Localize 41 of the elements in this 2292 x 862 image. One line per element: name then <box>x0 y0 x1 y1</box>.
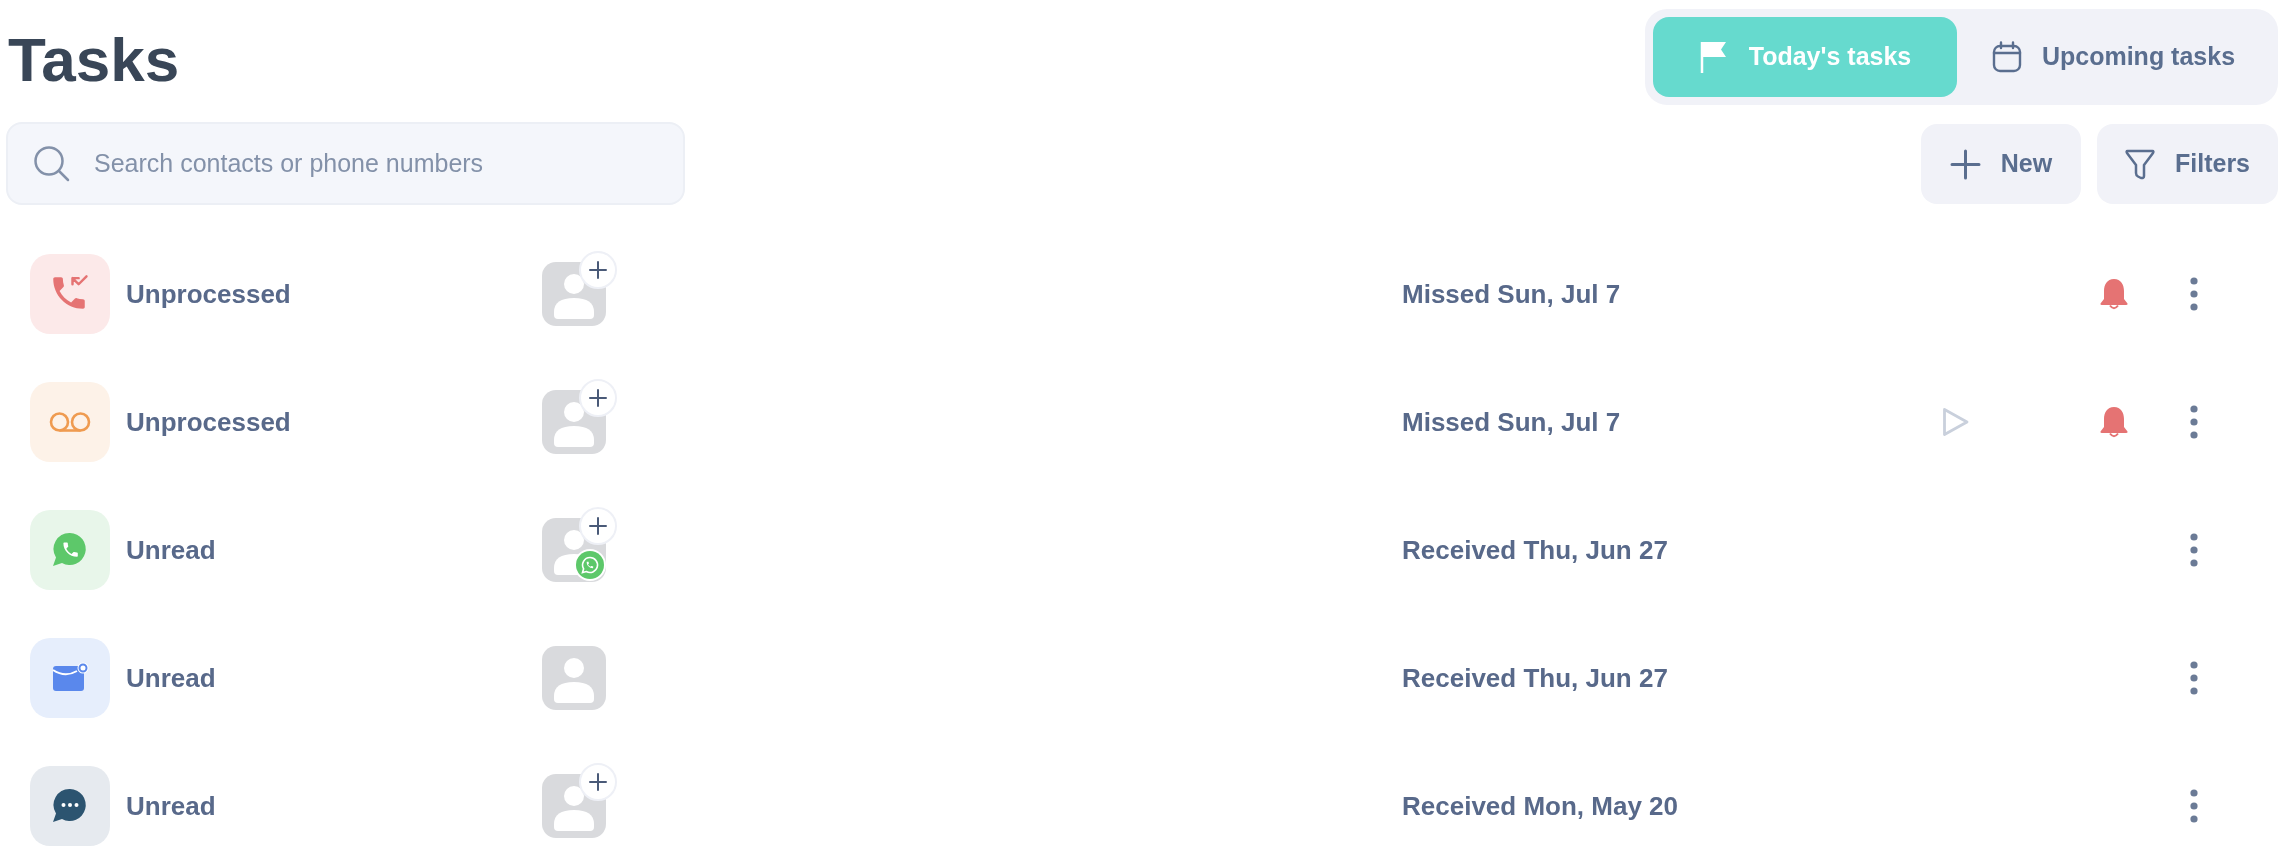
date-label: Missed Sun, Jul 7 <box>1402 277 1621 311</box>
bell-icon[interactable] <box>2099 277 2129 311</box>
flag-icon <box>1698 40 1729 74</box>
status-label: Unread <box>126 533 216 567</box>
calendar-icon <box>1991 41 2022 73</box>
filter-icon <box>2125 148 2155 180</box>
page-title: Tasks <box>8 29 180 91</box>
date-label: Missed Sun, Jul 7 <box>1402 405 1621 439</box>
tab[interactable]: Upcoming tasks <box>1957 17 2270 97</box>
more-icon[interactable] <box>2190 277 2198 311</box>
voicemail-icon <box>30 382 110 462</box>
add-contact-button[interactable] <box>579 251 617 289</box>
plus-icon <box>1949 148 1981 180</box>
add-contact-button[interactable] <box>579 379 617 417</box>
new-button[interactable]: New <box>1921 124 2081 204</box>
plus-icon <box>589 773 607 791</box>
filters-button[interactable]: Filters <box>2097 124 2278 204</box>
add-contact-button[interactable] <box>579 763 617 801</box>
date-label: Received Mon, May 20 <box>1402 789 1678 823</box>
status-label: Unread <box>126 789 216 823</box>
plus-icon <box>589 261 607 279</box>
add-contact-button[interactable] <box>579 507 617 545</box>
envelope-icon <box>30 638 110 718</box>
plus-icon <box>589 517 607 535</box>
status-label: Unprocessed <box>126 405 291 439</box>
more-icon[interactable] <box>2190 789 2198 823</box>
date-label: Received Thu, Jun 27 <box>1402 661 1668 695</box>
search-icon <box>33 145 70 182</box>
more-icon[interactable] <box>2190 405 2198 439</box>
phone-chat-icon <box>30 510 110 590</box>
more-icon[interactable] <box>2190 661 2198 695</box>
status-label: Unread <box>126 661 216 695</box>
person-icon <box>542 646 606 710</box>
missed-call-icon <box>30 254 110 334</box>
chat-bubble-icon <box>30 766 110 846</box>
more-icon[interactable] <box>2190 533 2198 567</box>
search-field[interactable]: Search contacts or phone numbers <box>6 122 685 205</box>
plus-icon <box>589 389 607 407</box>
bell-icon[interactable] <box>2099 405 2129 439</box>
date-label: Received Thu, Jun 27 <box>1402 533 1668 567</box>
status-label: Unprocessed <box>126 277 291 311</box>
